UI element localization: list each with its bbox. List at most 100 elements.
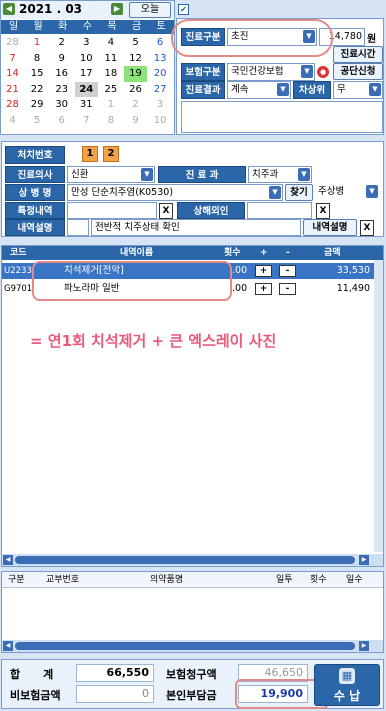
weekday-header: 목 — [99, 20, 125, 34]
calendar-day[interactable]: 28 — [1, 35, 24, 51]
injury-clear-button[interactable]: X — [316, 203, 330, 219]
top-checkbox[interactable]: ✔ — [178, 4, 189, 15]
visit-time-button[interactable]: 진료시간 — [333, 46, 383, 63]
treatment-tab-2[interactable]: 2 — [103, 146, 119, 162]
calendar-day[interactable]: 6 — [149, 35, 172, 51]
calendar-day[interactable]: 10 — [149, 113, 172, 129]
scroll-thumb[interactable] — [15, 556, 355, 564]
calendar-day[interactable]: 9 — [50, 51, 73, 67]
row-minus-button[interactable]: - — [279, 265, 296, 277]
calendar-day[interactable]: 4 — [99, 35, 122, 51]
desc-button[interactable]: 내역설명 — [303, 219, 357, 236]
calendar-grid: 일 월 화 수 목 금 토 28 1 2 3 4 5 6 7 8 9 10 11 12 13 14 15 16 17 18 19 20… — [1, 20, 174, 134]
treatment-tab-1[interactable]: 1 — [82, 146, 98, 162]
calendar-day[interactable]: 8 — [99, 113, 122, 129]
tier-select[interactable]: 무 ▼ — [333, 81, 383, 99]
rx-col-days: 일수 — [346, 575, 363, 585]
scroll-left-icon[interactable]: ◀ — [3, 641, 13, 651]
pay-button[interactable]: ▦ 수 납 — [314, 664, 380, 706]
scroll-left-icon[interactable]: ◀ — [3, 555, 13, 565]
calendar-day[interactable]: 31 — [75, 97, 98, 113]
scroll-right-icon[interactable]: ▶ — [359, 555, 369, 565]
calendar-day[interactable]: 21 — [1, 82, 24, 98]
calendar-day[interactable]: 2 — [50, 35, 73, 51]
treatment-no-label: 처치번호 — [5, 146, 65, 164]
calendar-day[interactable]: 5 — [26, 113, 49, 129]
calendar-day[interactable]: 10 — [75, 51, 98, 67]
insurance-select[interactable]: 국민건강보험 ▼ — [227, 63, 315, 81]
calendar-day[interactable]: 29 — [26, 97, 49, 113]
rx-col-drug: 의약품명 — [150, 575, 184, 585]
rx-hscrollbar[interactable]: ◀ ▶ — [2, 640, 383, 652]
calendar-day[interactable]: 26 — [124, 82, 147, 98]
stop-icon[interactable]: ● — [317, 66, 329, 78]
calendar-day[interactable]: 15 — [26, 66, 49, 82]
calendar-day[interactable]: 2 — [124, 97, 147, 113]
memo-area[interactable] — [181, 101, 383, 133]
calendar-day[interactable]: 8 — [26, 51, 49, 67]
prev-month-icon[interactable]: ◀ — [3, 3, 15, 15]
desc-code-field[interactable] — [67, 219, 89, 236]
scroll-right-icon[interactable]: ▶ — [359, 641, 369, 651]
calendar-day[interactable]: 3 — [149, 97, 172, 113]
col-count: 횟수 — [224, 248, 241, 258]
calendar-day[interactable]: 30 — [50, 97, 73, 113]
cashier-icon: ▦ — [339, 668, 355, 684]
next-month-icon[interactable]: ▶ — [111, 3, 123, 15]
injury-field[interactable] — [247, 202, 312, 219]
calendar-day[interactable]: 4 — [1, 113, 24, 129]
doctor-select[interactable]: 신환 ▼ — [67, 166, 155, 183]
calendar-day[interactable]: 9 — [124, 113, 147, 129]
special-field[interactable] — [67, 202, 157, 219]
summary-panel: 합 계 66,550 보험청구액 46,650 비보험금액 0 본인부담금 19… — [1, 659, 384, 709]
calendar-day[interactable]: 22 — [26, 82, 49, 98]
calendar-day[interactable]: 17 — [75, 66, 98, 82]
calendar-day[interactable]: 19 — [124, 66, 147, 82]
items-hscrollbar[interactable]: ◀ ▶ — [2, 554, 383, 566]
calendar-day[interactable]: 1 — [99, 97, 122, 113]
calendar-day[interactable]: 27 — [149, 82, 172, 98]
calendar-day[interactable]: 7 — [75, 113, 98, 129]
chevron-down-icon: ▼ — [301, 65, 313, 78]
col-name: 내역이름 — [120, 248, 154, 258]
weekday-header: 금 — [124, 20, 150, 34]
desc-clear-button[interactable]: X — [360, 220, 374, 236]
calendar-day[interactable]: 28 — [1, 97, 24, 113]
items-vscrollbar[interactable] — [374, 260, 383, 552]
result-select[interactable]: 계속 ▼ — [227, 81, 291, 99]
scroll-thumb[interactable] — [15, 642, 355, 650]
row-plus-button[interactable]: + — [255, 265, 272, 277]
calendar-day[interactable]: 20 — [149, 66, 172, 82]
row-amount: 33,530 — [336, 265, 370, 276]
amount-unit: 원 — [367, 34, 377, 45]
calendar-day[interactable]: 1 — [26, 35, 49, 51]
calendar-day[interactable]: 25 — [99, 82, 122, 98]
weekday-header: 수 — [74, 20, 100, 34]
calendar-day[interactable]: 3 — [75, 35, 98, 51]
calendar-day[interactable]: 14 — [1, 66, 24, 82]
apply-button[interactable]: 공단신청 — [333, 63, 383, 80]
row-minus-button[interactable]: - — [279, 283, 296, 295]
row-plus-button[interactable]: + — [255, 283, 272, 295]
calendar-day[interactable]: 6 — [50, 113, 73, 129]
dept-select[interactable]: 치주과 ▼ — [248, 166, 312, 183]
disease-type-select[interactable]: 주상병 ▼ — [315, 184, 379, 201]
insurance-label: 보험구분 — [181, 63, 225, 81]
desc-label: 내역설명 — [5, 219, 65, 236]
items-table-header: 코드 내역이름 횟수 + - 금액 — [2, 246, 383, 260]
calendar-day[interactable]: 5 — [124, 35, 147, 51]
disease-select[interactable]: 만성 단순치주염(K0530) ▼ — [67, 184, 283, 201]
calendar-day[interactable]: 24 — [74, 81, 98, 97]
calendar-day[interactable]: 16 — [50, 66, 73, 82]
doctor-value: 신환 — [71, 169, 89, 180]
special-clear-button[interactable]: X — [159, 203, 173, 219]
calendar-day[interactable]: 11 — [99, 51, 122, 67]
desc-field[interactable]: 전반적 치주상태 확인 — [91, 219, 301, 236]
today-button[interactable]: 오늘 — [129, 2, 171, 18]
calendar-day[interactable]: 13 — [149, 51, 172, 67]
calendar-day[interactable]: 12 — [124, 51, 147, 67]
calendar-day[interactable]: 23 — [50, 82, 73, 98]
calendar-day[interactable]: 7 — [1, 51, 24, 67]
find-button[interactable]: 찾기 — [285, 184, 313, 201]
calendar-day[interactable]: 18 — [99, 66, 122, 82]
